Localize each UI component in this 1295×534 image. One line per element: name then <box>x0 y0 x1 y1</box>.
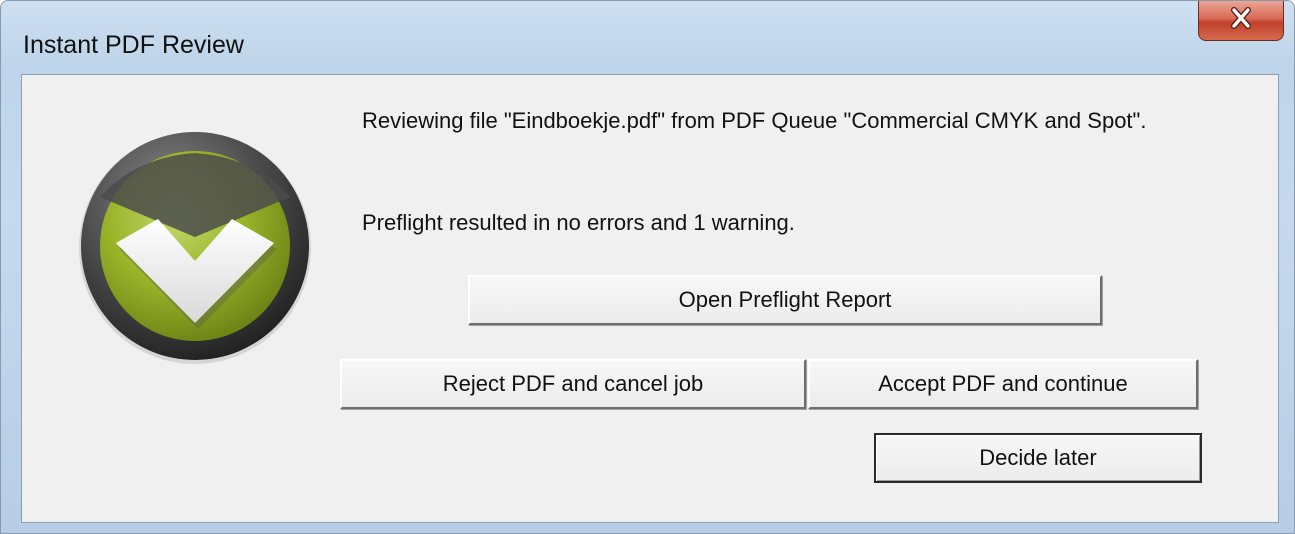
dialog-window: Instant PDF Review Reviewing file "Eindb… <box>0 0 1295 534</box>
accept-pdf-button[interactable]: Accept PDF and continue <box>808 359 1198 409</box>
preflight-result-message: Preflight resulted in no errors and 1 wa… <box>362 210 795 235</box>
close-icon <box>1227 6 1255 35</box>
open-preflight-report-button[interactable]: Open Preflight Report <box>468 275 1102 325</box>
decide-later-button[interactable]: Decide later <box>874 433 1202 483</box>
reject-pdf-button[interactable]: Reject PDF and cancel job <box>340 359 806 409</box>
dialog-content: Reviewing file "Eindboekje.pdf" from PDF… <box>21 74 1279 523</box>
window-title: Instant PDF Review <box>23 31 244 59</box>
checkmark-logo-icon <box>76 127 314 365</box>
close-button[interactable] <box>1198 1 1284 41</box>
title-bar[interactable]: Instant PDF Review <box>1 1 1294 73</box>
review-message: Reviewing file "Eindboekje.pdf" from PDF… <box>362 108 1147 133</box>
